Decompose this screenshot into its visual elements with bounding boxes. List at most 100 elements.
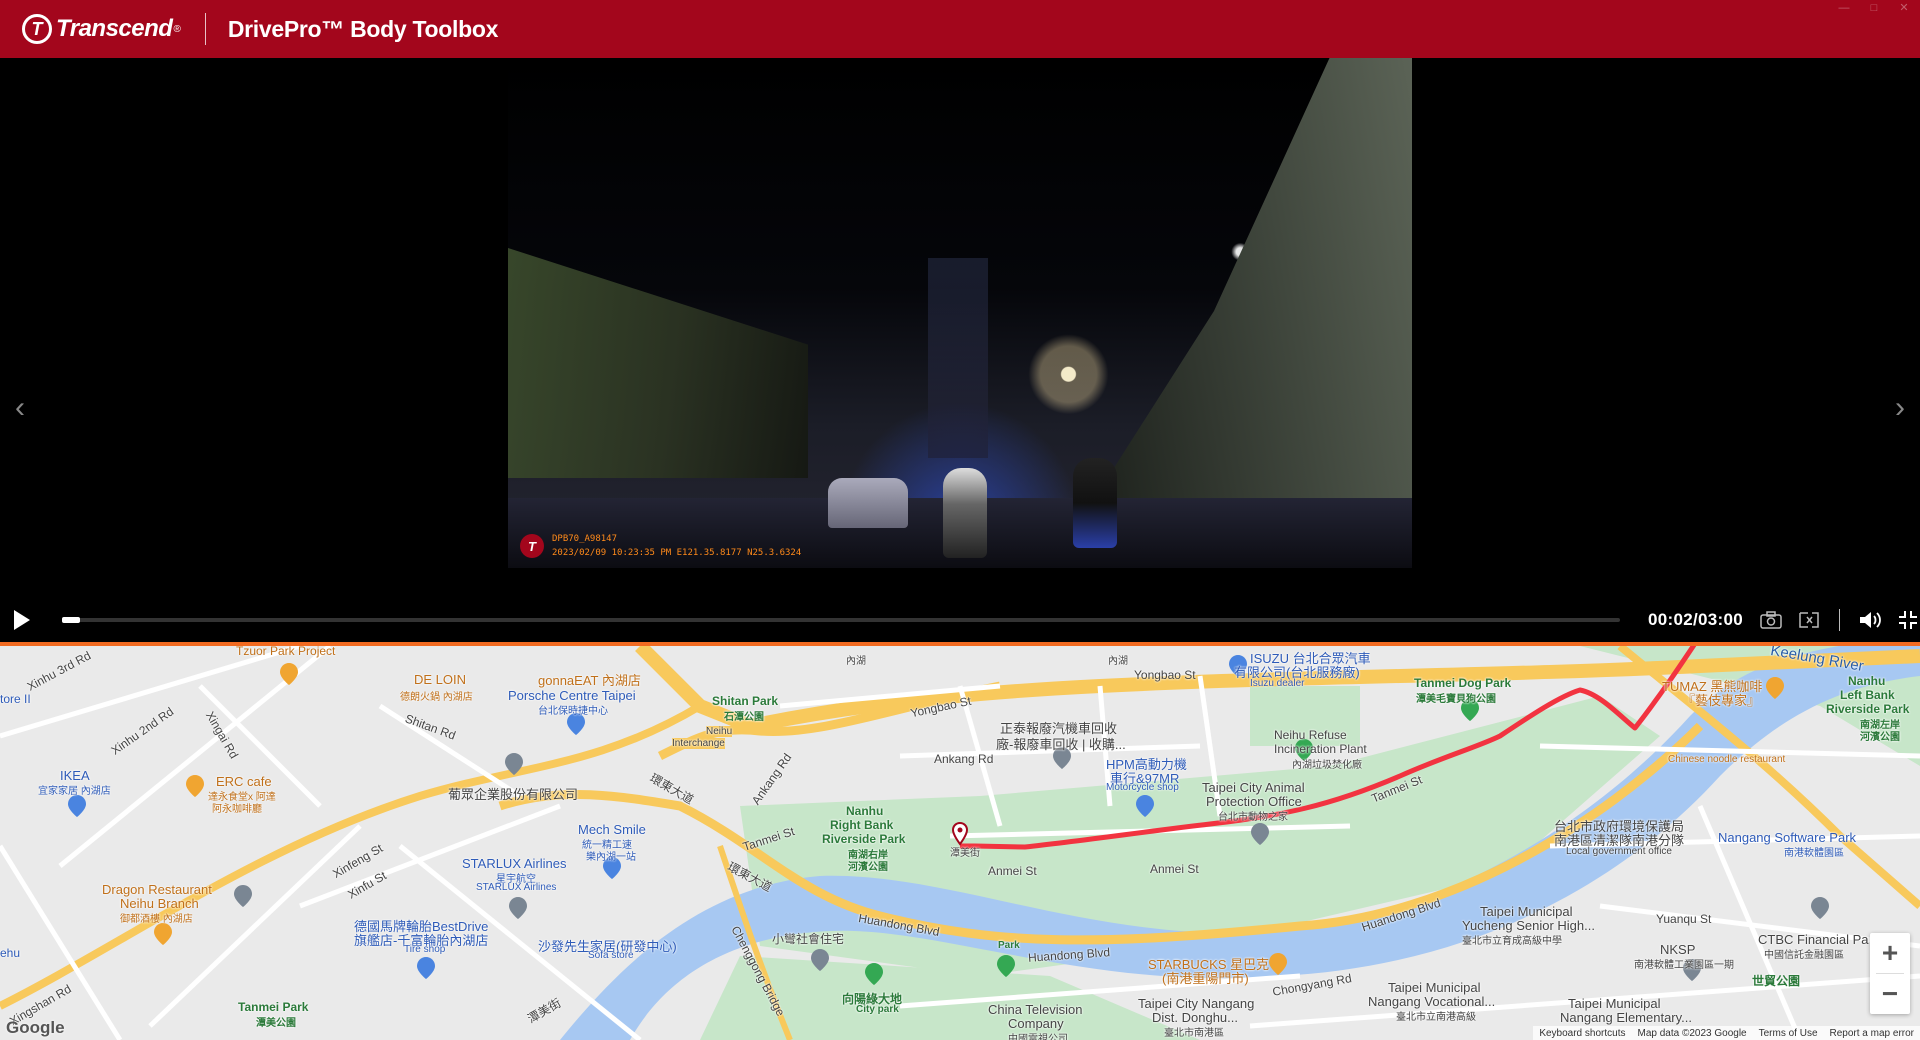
seek-progress: [62, 617, 80, 623]
map-label: Riverside Park: [1826, 702, 1910, 716]
fullscreen-exit-icon[interactable]: [1896, 608, 1920, 632]
previous-video-button[interactable]: ‹: [8, 393, 32, 423]
map-label: (南港重陽門市): [1162, 971, 1249, 986]
map-label: Anmei St: [1150, 862, 1199, 876]
map-label: Yucheng Senior High...: [1462, 918, 1595, 933]
map-label: 廠-報廢車回收 | 收購...: [996, 737, 1126, 752]
map-label: 河濱公園: [1860, 732, 1900, 743]
map-label: Anmei St: [988, 864, 1037, 878]
playback-time: 00:02/03:00: [1648, 610, 1743, 629]
map-label: Taipei Municipal: [1388, 980, 1481, 995]
map-label: 小彎社會住宅: [772, 932, 845, 946]
transcend-watermark-icon: T: [520, 534, 544, 558]
map-label: Motorcycle shop: [1106, 782, 1179, 793]
map-label: 葡眾企業股份有限公司: [448, 787, 579, 802]
video-scene-wall-left: [508, 248, 808, 478]
map-label: gonnaEAT 內湖店: [538, 673, 641, 688]
restaurant-marker-icon[interactable]: [279, 662, 299, 686]
map-label: 御都酒樓 內湖店: [120, 914, 193, 925]
maximize-button[interactable]: □: [1866, 2, 1882, 14]
cafe-marker-icon[interactable]: [1765, 676, 1785, 700]
map-label: Sofa store: [588, 950, 634, 961]
map-label: 台北保時捷中心: [538, 706, 608, 717]
zoom-out-button[interactable]: −: [1870, 974, 1910, 1014]
map-label: Left Bank: [1840, 688, 1895, 702]
video-scene-wall-right: [1082, 58, 1412, 518]
play-icon[interactable]: [14, 610, 30, 630]
map-label: ERC cafe: [216, 774, 272, 789]
camera-icon[interactable]: [1759, 608, 1783, 632]
route-map[interactable]: Tzuor Park Project Xinhu 3rd Rd tore II …: [0, 646, 1920, 1040]
map-label: 世貿公園: [1752, 974, 1801, 988]
map-label: Taipei City Animal: [1202, 780, 1305, 795]
map-label: NKSP: [1660, 942, 1696, 957]
seek-bar[interactable]: [62, 617, 1621, 623]
minimize-button[interactable]: —: [1836, 2, 1852, 14]
restaurant-marker-icon[interactable]: [153, 922, 173, 946]
map-label: 中國信託金融園區: [1764, 950, 1844, 961]
restaurant-marker-icon[interactable]: [185, 774, 205, 798]
app-title: DrivePro™ Body Toolbox: [227, 15, 499, 42]
shopping-marker-icon[interactable]: [67, 794, 87, 818]
map-label: City park: [856, 1004, 899, 1015]
next-video-button[interactable]: ›: [1888, 393, 1912, 423]
map-label: 潭美街: [950, 848, 980, 859]
map-label: 內湖: [1108, 656, 1128, 667]
video-scene-car: [828, 478, 908, 528]
park-marker-icon[interactable]: [996, 954, 1016, 978]
map-label: Nangang Elementary...: [1560, 1010, 1692, 1025]
map-label: Protection Office: [1206, 794, 1302, 809]
motorcycle-shop-marker-icon[interactable]: [1135, 794, 1155, 818]
map-zoom-control: + −: [1870, 933, 1910, 1014]
map-label: 內湖: [846, 656, 866, 667]
volume-icon[interactable]: [1858, 608, 1882, 632]
map-label: Nanhu: [1848, 674, 1886, 688]
map-label: Park: [998, 940, 1020, 951]
map-label: 阿永咖啡廳: [212, 804, 262, 815]
map-label: Neihu: [706, 726, 733, 737]
cafe-marker-icon[interactable]: [1268, 952, 1288, 976]
route-start-pin-icon[interactable]: [952, 822, 968, 846]
video-scene-scooter: [1073, 458, 1117, 548]
park-marker-icon[interactable]: [864, 962, 884, 986]
close-button[interactable]: ✕: [1896, 2, 1912, 14]
video-scene-tower: [928, 258, 988, 458]
map-label: Mech Smile: [578, 822, 646, 837]
map-label: CTBC Financial Pa: [1758, 932, 1869, 947]
map-label: STARLUX Airlines: [462, 856, 567, 871]
location-marker-icon[interactable]: [810, 948, 830, 972]
location-marker-icon[interactable]: [1250, 822, 1270, 846]
map-label: Nangang Vocational...: [1368, 994, 1496, 1009]
map-label: tore II: [0, 692, 31, 706]
terms-of-use-link[interactable]: Terms of Use: [1759, 1028, 1818, 1039]
app-header: T Transcend ® DrivePro™ Body Toolbox — □…: [0, 0, 1920, 58]
google-logo: Google: [6, 1018, 65, 1037]
keyboard-shortcuts-link[interactable]: Keyboard shortcuts: [1539, 1028, 1625, 1039]
map-label: Porsche Centre Taipei: [508, 688, 636, 703]
zoom-in-button[interactable]: +: [1870, 933, 1910, 973]
location-marker-icon[interactable]: [504, 752, 524, 776]
map-label: Neihu Refuse: [1274, 728, 1347, 742]
map-label: Tanmei Park: [238, 1000, 309, 1014]
map-label: 宜家家居 內湖店: [38, 786, 111, 797]
map-label: 台北市動物之家: [1218, 812, 1288, 823]
location-marker-icon[interactable]: [1810, 896, 1830, 920]
tire-shop-marker-icon[interactable]: [416, 956, 436, 980]
map-label: Incineration Plant: [1274, 742, 1367, 756]
map-label: Riverside Park: [822, 832, 906, 846]
school-marker-icon[interactable]: [233, 884, 253, 908]
report-map-error-link[interactable]: Report a map error: [1830, 1028, 1914, 1039]
overlay-device-id: DPB70_A98147: [552, 534, 618, 544]
airline-marker-icon[interactable]: [508, 896, 528, 920]
crop-icon[interactable]: [1797, 608, 1821, 632]
map-label: Company: [1008, 1016, 1064, 1031]
brand-name: Transcend: [56, 15, 173, 42]
map-label: 石潭公園: [724, 712, 764, 723]
map-label: 南港軟體工業園區一期: [1634, 960, 1734, 971]
map-label: 內湖垃圾焚化廠: [1292, 760, 1362, 771]
map-label: DE LOIN: [414, 672, 467, 687]
map-label: Taipei City Nangang: [1138, 996, 1255, 1011]
overlay-datetime-gps: 2023/02/09 10:23:35 PM E121.35.8177 N25.…: [552, 548, 802, 558]
video-frame[interactable]: T DPB70_A98147 2023/02/09 10:23:35 PM E1…: [508, 58, 1412, 568]
map-label: Chinese noodle restaurant: [1668, 754, 1786, 765]
